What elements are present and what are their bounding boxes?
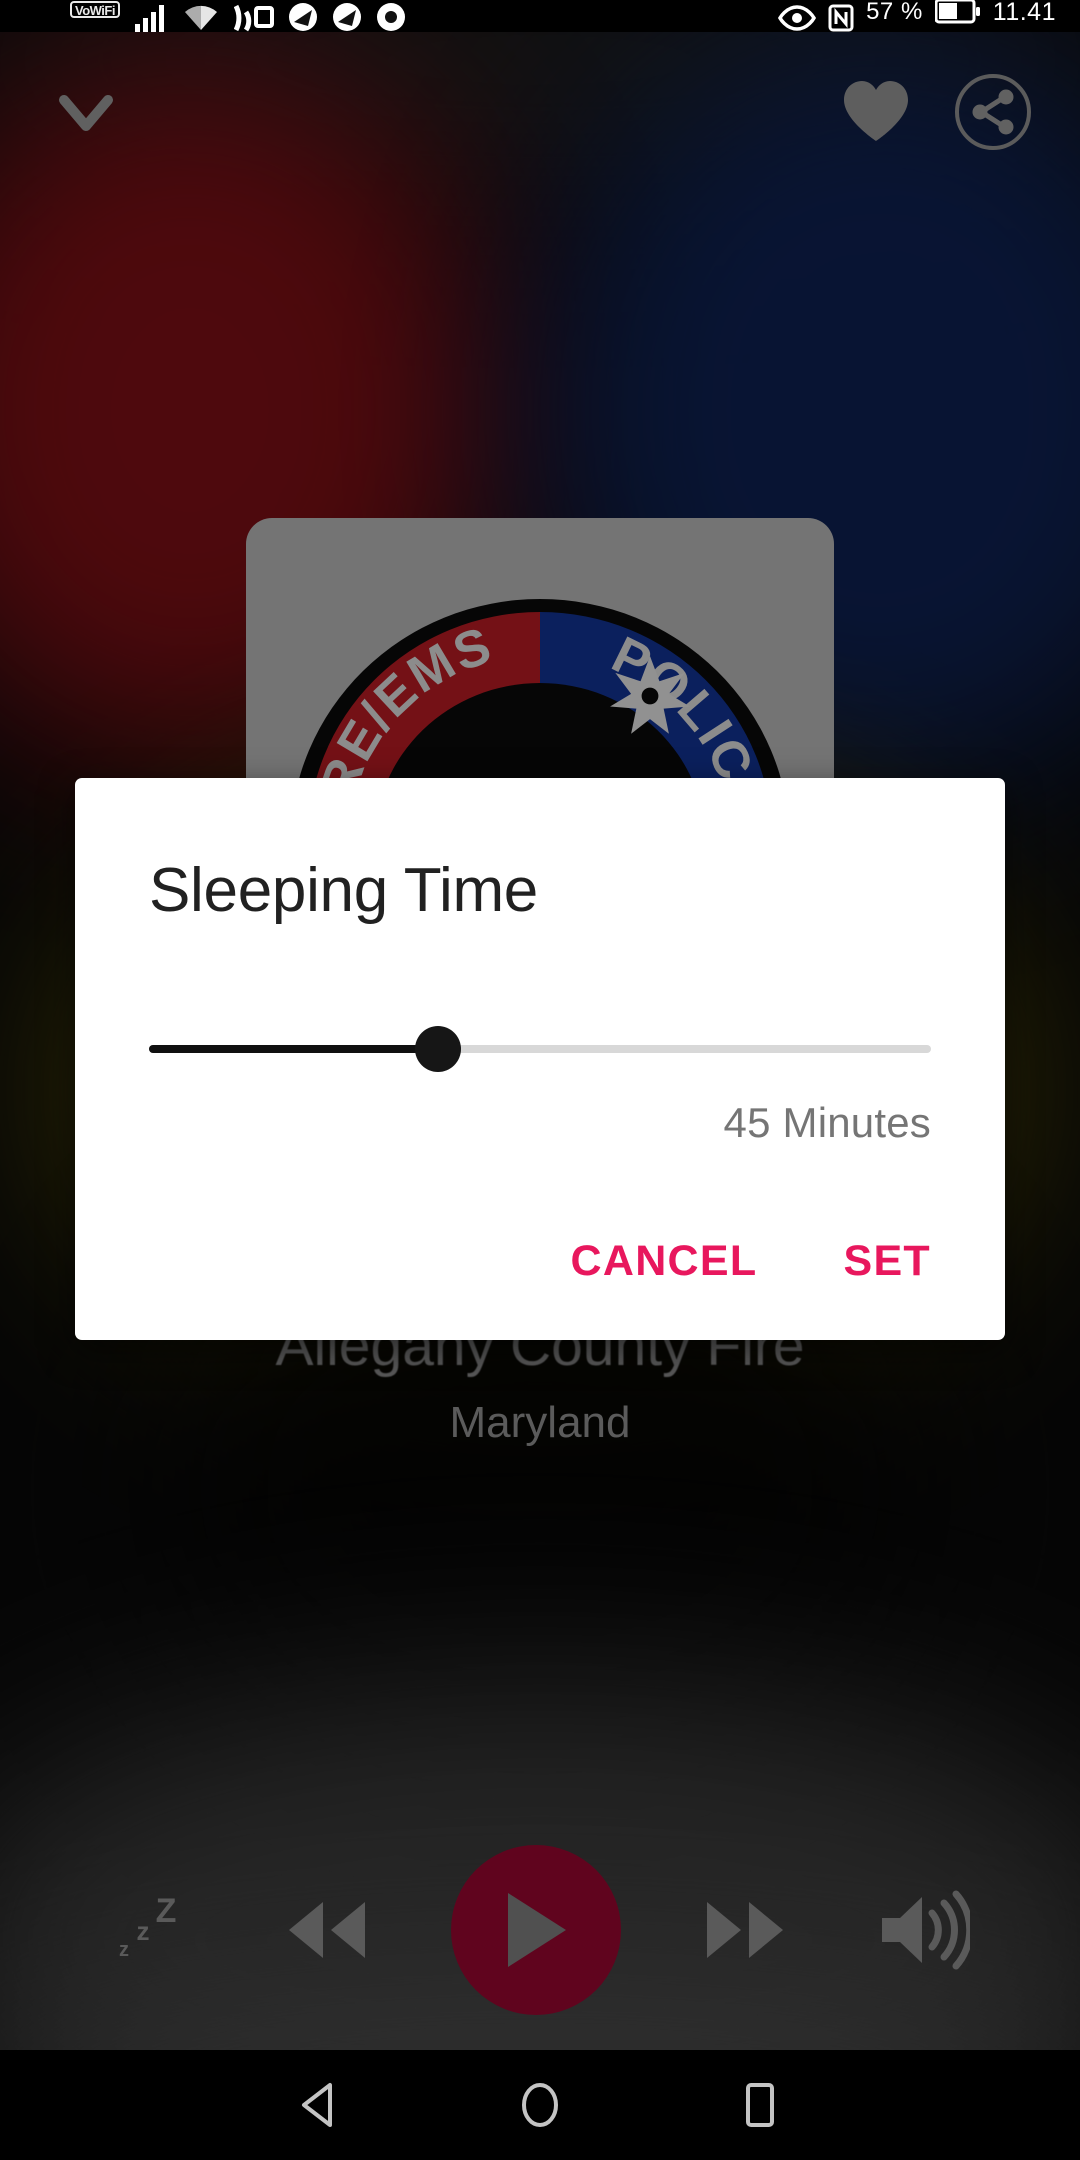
app-icon-1: [288, 3, 317, 31]
nav-back-button[interactable]: [292, 2077, 348, 2133]
slider-value-label: 45 Minutes: [723, 1099, 931, 1146]
back-triangle-icon: [302, 2083, 332, 2127]
battery-percent: 57 %: [866, 0, 923, 25]
dialog-actions: CANCEL SET: [549, 1221, 954, 1302]
eye-icon: [778, 5, 817, 31]
nav-recents-button[interactable]: [732, 2077, 788, 2133]
nfc-icon: [828, 4, 854, 32]
cancel-button[interactable]: CANCEL: [549, 1221, 780, 1302]
chrome-icon: [376, 3, 405, 31]
signal-bars-icon: [134, 5, 164, 32]
status-bar: VoWiFi 57 % 11.41: [0, 0, 1080, 32]
nav-home-button[interactable]: [512, 2077, 568, 2133]
clock: 11.41: [992, 0, 1056, 26]
slider-fill: [149, 1045, 439, 1053]
vowifi-badge: VoWiFi: [70, 1, 120, 18]
status-bar-right: 57 % 11.41: [778, 0, 1080, 32]
app-icon-2: [332, 3, 361, 31]
android-navigation-bar: [0, 2050, 1080, 2160]
wifi-icon: [184, 5, 217, 30]
set-button[interactable]: SET: [821, 1221, 953, 1302]
sleeping-time-dialog: Sleeping Time 45 Minutes CANCEL SET: [75, 778, 1005, 1340]
slider-thumb[interactable]: [415, 1026, 462, 1072]
status-bar-left: VoWiFi: [0, 0, 406, 32]
battery-icon: [934, 0, 980, 24]
cast-icon: [233, 4, 274, 32]
sleep-duration-slider[interactable]: [149, 1026, 931, 1072]
home-circle-icon: [522, 2083, 558, 2127]
recents-square-icon: [746, 2083, 774, 2127]
dialog-title: Sleeping Time: [149, 856, 538, 925]
